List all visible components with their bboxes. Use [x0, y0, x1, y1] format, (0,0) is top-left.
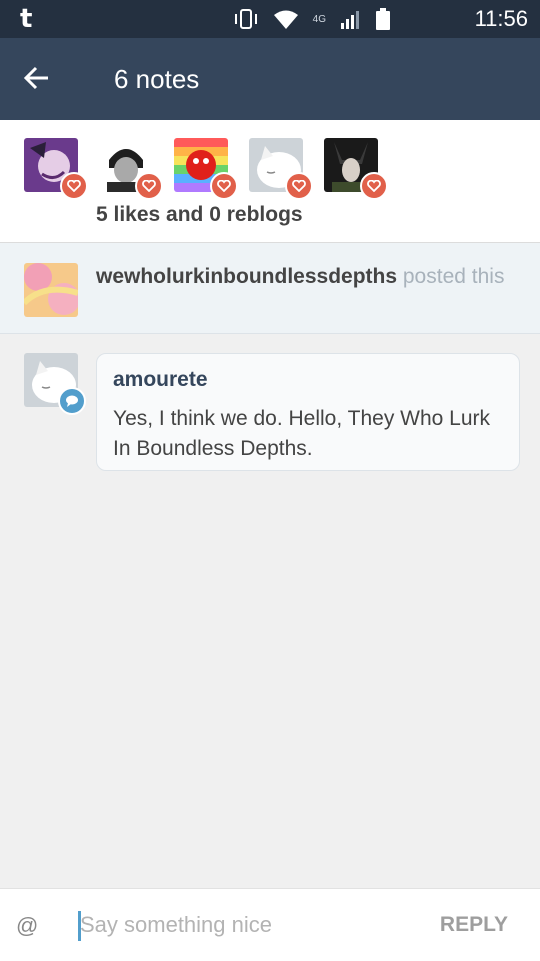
status-icons: 4G	[233, 8, 390, 30]
reply-bubble: amourete Yes, I think we do. Hello, They…	[96, 353, 520, 471]
chat-badge	[58, 387, 86, 415]
wifi-icon	[273, 10, 298, 29]
status-bar: t 4G 11:56	[0, 0, 540, 38]
arrow-back-icon	[23, 66, 48, 90]
likes-section: 5 likes and 0 reblogs	[0, 120, 540, 243]
heart-badge	[135, 172, 163, 200]
heart-badge	[360, 172, 388, 200]
reply-composer: @ REPLY	[0, 888, 540, 961]
reply-username[interactable]: amourete	[113, 368, 503, 392]
liker-1-avatar[interactable]	[24, 138, 88, 200]
back-button[interactable]	[18, 58, 58, 98]
posted-text: wewholurkinboundlessdepths posted this	[96, 262, 516, 291]
network-type-label: 4G	[312, 13, 326, 25]
heart-icon	[142, 180, 156, 192]
mention-button[interactable]: @	[16, 913, 38, 939]
heart-icon	[67, 180, 81, 192]
heart-icon	[367, 180, 381, 192]
reply-text: Yes, I think we do. Hello, They Who Lurk…	[113, 407, 491, 460]
heart-icon	[217, 180, 231, 192]
battery-icon	[376, 8, 390, 30]
heart-badge	[60, 172, 88, 200]
poster-avatar[interactable]	[24, 263, 78, 317]
app-bar: 6 notes	[0, 38, 540, 120]
liker-2-avatar[interactable]	[99, 138, 163, 200]
likes-summary[interactable]: 5 likes and 0 reblogs	[96, 203, 303, 227]
signal-icon	[341, 11, 359, 29]
liker-3-avatar[interactable]	[174, 138, 238, 200]
reply-input[interactable]	[76, 905, 410, 945]
liker-5-avatar[interactable]	[324, 138, 388, 200]
posted-note: wewholurkinboundlessdepths posted this	[0, 243, 540, 334]
tumblr-app-icon: t	[20, 4, 33, 34]
heart-badge	[210, 172, 238, 200]
page-title: 6 notes	[114, 64, 200, 94]
reply-button[interactable]: REPLY	[440, 913, 508, 937]
heart-badge	[285, 172, 313, 200]
heart-icon	[292, 180, 306, 192]
status-time: 11:56	[474, 6, 528, 31]
vibrate-icon	[234, 9, 257, 29]
posted-verb: posted this	[402, 265, 505, 288]
liker-4-avatar[interactable]	[249, 138, 313, 200]
chat-bubble-icon	[66, 395, 78, 407]
poster-username[interactable]: wewholurkinboundlessdepths	[96, 265, 397, 288]
